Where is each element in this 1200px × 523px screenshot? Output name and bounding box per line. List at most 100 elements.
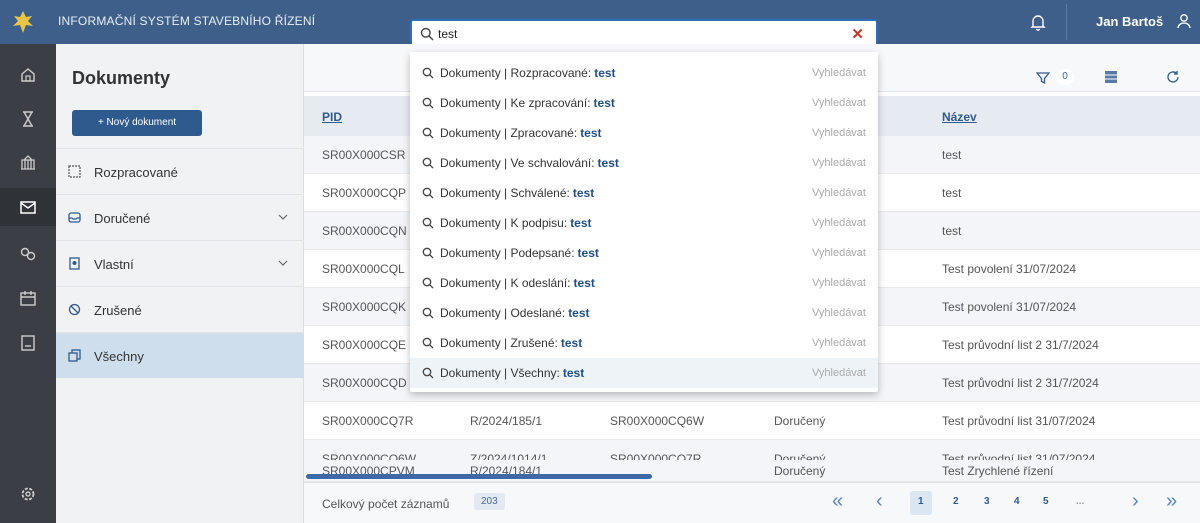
suggestion-prefix: Dokumenty | K podpisu: <box>440 216 568 230</box>
last-page-icon[interactable]: » <box>1166 491 1177 511</box>
search-icon <box>422 217 434 229</box>
search-suggestion-item[interactable]: Dokumenty | Schválené: test Vyhledávat <box>410 178 878 208</box>
horizontal-scrollbar[interactable] <box>306 474 652 479</box>
page-ellipsis: ... <box>1076 496 1085 507</box>
suggestion-action: Vyhledávat <box>811 307 866 319</box>
suggestion-prefix: Dokumenty | K odeslání: <box>440 276 571 290</box>
suggestion-prefix: Dokumenty | Všechny: <box>440 366 560 380</box>
building-icon[interactable] <box>19 153 37 171</box>
suggestion-action: Vyhledávat <box>811 247 866 259</box>
user-icon[interactable] <box>1176 13 1192 29</box>
link-icon[interactable] <box>19 245 37 263</box>
clear-search-icon[interactable]: ✕ <box>851 25 864 43</box>
sidebar-item-zrusene[interactable]: Zrušené <box>56 286 304 332</box>
suggestion-prefix: Dokumenty | Zrušené: <box>440 336 558 350</box>
search-suggestion-item[interactable]: Dokumenty | K podpisu: test Vyhledávat <box>410 208 878 238</box>
search-icon <box>420 27 434 41</box>
search-suggestion-item[interactable]: Dokumenty | Rozpracované: test Vyhledávat <box>410 58 878 88</box>
suggestion-prefix: Dokumenty | Podepsané: <box>440 246 575 260</box>
bell-icon[interactable] <box>1028 12 1048 32</box>
suggestion-prefix: Dokumenty | Zpracované: <box>440 126 578 140</box>
copy-icon <box>68 349 81 362</box>
search-suggestion-item[interactable]: Dokumenty | Zpracované: test Vyhledávat <box>410 118 878 148</box>
page-1[interactable]: 1 <box>918 496 924 507</box>
search-icon <box>422 127 434 139</box>
sidebar-item-vlastni[interactable]: Vlastní <box>56 240 304 286</box>
app-title: INFORMAČNÍ SYSTÉM STAVEBNÍHO ŘÍZENÍ <box>58 14 316 28</box>
settings-icon[interactable] <box>19 485 37 503</box>
suggestion-query: test <box>568 306 590 320</box>
cell-nazev: test <box>942 186 962 200</box>
suggestion-prefix: Dokumenty | Ve schvalování: <box>440 156 595 170</box>
sidebar-item-rozpracovane[interactable]: Rozpracované <box>56 148 304 194</box>
sidebar-item-dorucene[interactable]: Doručené <box>56 194 304 240</box>
home-icon[interactable] <box>19 66 37 84</box>
suggestion-query: test <box>593 96 615 110</box>
page-title: Dokumenty <box>72 68 171 88</box>
page-2[interactable]: 2 <box>953 496 959 507</box>
suggestion-action: Vyhledávat <box>811 187 866 199</box>
document-icon[interactable] <box>19 334 37 352</box>
cell-pid: SR00X000CQE <box>322 338 407 352</box>
sidebar: Dokumenty + Nový dokument Rozpracované D… <box>56 44 304 523</box>
cell-pid: SR00X000CQ7R <box>322 414 414 428</box>
table-row[interactable]: SR00X000CQ7R R/2024/185/1 SR00X000CQ6W Doru… <box>304 402 1200 440</box>
page-3[interactable]: 3 <box>984 496 990 507</box>
cell-nazev: Test průvodní list 2 31/7/2024 <box>942 376 1099 390</box>
suggestion-query: test <box>560 336 583 350</box>
suggestion-action: Vyhledávat <box>811 97 866 109</box>
icon-rail <box>0 44 56 523</box>
cell-nazev: Test průvodní list 31/07/2024 <box>942 414 1096 428</box>
chevron-down-icon[interactable] <box>278 213 288 221</box>
own-documents-icon <box>69 257 80 270</box>
calendar-icon[interactable] <box>19 289 37 307</box>
cell-nazev: Test povolení 31/07/2024 <box>942 300 1077 314</box>
search-icon <box>422 97 434 109</box>
columns-icon[interactable] <box>1104 70 1118 84</box>
search-suggestion-item[interactable]: Dokumenty | Ve schvalování: test Vyhledáva… <box>410 148 878 178</box>
search-input[interactable] <box>438 24 838 44</box>
cell-nazev: Test povolení 31/07/2024 <box>942 262 1077 276</box>
search-suggestion-item[interactable]: Dokumenty | Odeslané: test Vyhledávat <box>410 298 878 328</box>
suggestion-query: test <box>562 366 585 380</box>
search-icon <box>422 157 434 169</box>
mail-icon[interactable] <box>19 198 37 216</box>
first-page-icon[interactable]: « <box>832 491 843 511</box>
new-document-button[interactable]: + Nový dokument <box>72 110 202 136</box>
column-header-nazev[interactable]: Název <box>942 110 977 124</box>
search-suggestion-item[interactable]: Dokumenty | Všechny: test Vyhledávat <box>410 358 878 388</box>
search-suggestion-item[interactable]: Dokumenty | Ke zpracování: test Vyhledávat <box>410 88 878 118</box>
search-icon <box>422 247 434 259</box>
hourglass-icon[interactable] <box>19 110 37 128</box>
sidebar-item-vsechny[interactable]: Všechny <box>56 332 304 378</box>
suggestion-query: test <box>577 246 599 260</box>
cell-pid: SR00X000CQN <box>322 224 407 238</box>
search-icon <box>422 187 434 199</box>
column-header-pid[interactable]: PID <box>322 110 342 124</box>
state-emblem-logo[interactable] <box>10 9 36 35</box>
cell-reference: R/2024/185/1 <box>470 414 543 428</box>
cell-nazev: test <box>942 224 962 238</box>
sidebar-item-label: Vlastní <box>94 257 134 272</box>
suggestion-query: test <box>594 66 616 80</box>
filter-icon[interactable] <box>1036 71 1050 85</box>
pagination-footer: Celkový počet záznamů 203 « ‹ 1 2 3 4 5 … <box>304 482 1200 523</box>
filter-count-badge: 0 <box>1056 69 1074 85</box>
suggestion-query: test <box>570 216 592 230</box>
next-page-icon[interactable]: › <box>1132 491 1139 511</box>
total-records-label: Celkový počet záznamů <box>322 497 450 511</box>
refresh-icon[interactable] <box>1166 70 1180 84</box>
chevron-down-icon[interactable] <box>278 259 288 267</box>
page-5[interactable]: 5 <box>1043 496 1049 507</box>
search-icon <box>422 307 434 319</box>
search-suggestion-item[interactable]: Dokumenty | Zrušené: test Vyhledávat <box>410 328 878 358</box>
previous-page-icon[interactable]: ‹ <box>876 491 883 511</box>
page-4[interactable]: 4 <box>1014 496 1020 507</box>
suggestion-prefix: Dokumenty | Schválené: <box>440 186 570 200</box>
suggestion-action: Vyhledávat <box>811 337 866 349</box>
search-icon <box>422 367 434 379</box>
search-suggestion-item[interactable]: Dokumenty | K odeslání: test Vyhledávat <box>410 268 878 298</box>
cell-related-pid: SR00X000CQ6W <box>610 414 705 428</box>
user-name[interactable]: Jan Bartoš <box>1096 14 1163 29</box>
search-suggestion-item[interactable]: Dokumenty | Podepsané: test Vyhledávat <box>410 238 878 268</box>
